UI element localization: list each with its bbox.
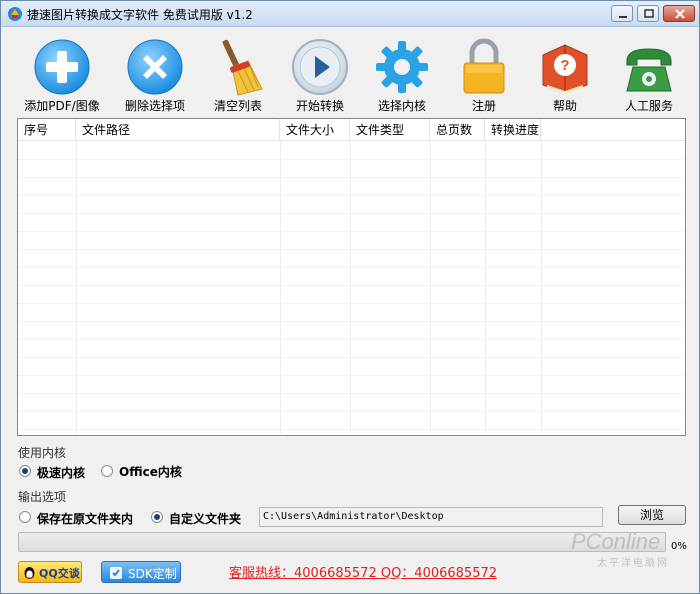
grid-line <box>350 141 351 435</box>
support-hotline-link[interactable]: 客服热线：4006685572 QQ：4006685572 <box>229 562 497 581</box>
grid-line <box>76 141 77 435</box>
select-engine-button[interactable]: 选择内核 <box>359 33 445 115</box>
qq-chat-label: QQ交谈 <box>39 567 80 580</box>
grid-line <box>18 249 685 250</box>
grid-line <box>485 141 486 435</box>
help-label: 帮助 <box>552 99 577 113</box>
grid-line <box>18 393 685 394</box>
minimize-icon <box>619 16 627 18</box>
grid-line <box>18 303 685 304</box>
human-service-label: 人工服务 <box>624 99 673 113</box>
engine-fast-label[interactable]: 极速内核 <box>37 464 85 481</box>
col-file-type[interactable]: 文件类型 <box>350 119 430 141</box>
maximize-button[interactable] <box>637 5 659 22</box>
output-path-field[interactable]: C:\Users\Administrator\Desktop <box>259 507 603 527</box>
grid-line <box>18 231 685 232</box>
delete-selected-button[interactable]: 删除选择项 <box>112 33 198 115</box>
grid-line <box>18 213 685 214</box>
delete-selected-label: 删除选择项 <box>124 99 185 113</box>
browse-button[interactable]: 浏览 <box>618 505 686 525</box>
output-original-folder-radio[interactable] <box>19 511 31 523</box>
conversion-progress-bar <box>18 532 666 552</box>
col-index[interactable]: 序号 <box>18 119 76 141</box>
window-title: 捷速图片转换成文字软件 免费试用版 v1.2 <box>27 8 253 22</box>
add-icon <box>34 39 90 95</box>
sdk-custom-button[interactable]: SDK定制 <box>101 561 181 583</box>
pconline-watermark-subtext: 太平洋电脑网 <box>597 558 669 569</box>
grid-line <box>18 339 685 340</box>
grid-line <box>18 321 685 322</box>
progress-percent: 0% <box>671 541 687 552</box>
engine-section-label: 使用内核 <box>18 446 67 460</box>
play-icon <box>292 39 348 95</box>
output-custom-folder-label[interactable]: 自定义文件夹 <box>169 510 241 527</box>
output-custom-folder-radio[interactable] <box>151 511 163 523</box>
grid-line <box>280 141 281 435</box>
col-total-pages[interactable]: 总页数 <box>430 119 485 141</box>
sdk-icon <box>110 567 122 579</box>
grid-line <box>18 375 685 376</box>
pconline-watermark: PConline <box>571 529 661 554</box>
qq-penguin-icon <box>24 567 35 579</box>
grid-line <box>18 177 685 178</box>
app-window: 捷速图片转换成文字软件 免费试用版 v1.2 添加PDF/图像 删除选择项 清空… <box>0 0 700 594</box>
grid-line <box>541 141 542 435</box>
maximize-icon <box>644 9 654 18</box>
broom-icon <box>222 39 263 96</box>
grid-line <box>18 159 685 160</box>
title-bar: 捷速图片转换成文字软件 免费试用版 v1.2 <box>1 1 699 27</box>
grid-line <box>18 195 685 196</box>
delete-icon <box>127 39 183 95</box>
add-pdf-image-button[interactable]: 添加PDF/图像 <box>19 33 105 115</box>
grid-line <box>430 141 431 435</box>
start-convert-button[interactable]: 开始转换 <box>277 33 363 115</box>
grid-line <box>18 285 685 286</box>
sdk-custom-label: SDK定制 <box>128 567 177 581</box>
engine-office-radio[interactable] <box>101 465 113 477</box>
human-service-button[interactable]: 人工服务 <box>606 33 692 115</box>
toolbar: 添加PDF/图像 删除选择项 清空列表 开始转换 选择内核 注册 ? 帮助 人工… <box>1 27 699 115</box>
register-label: 注册 <box>471 99 496 113</box>
grid-line <box>18 429 685 430</box>
output-section-label: 输出选项 <box>18 490 67 504</box>
clear-list-button[interactable]: 清空列表 <box>195 33 281 115</box>
gear-icon <box>376 41 428 93</box>
help-button[interactable]: ? 帮助 <box>522 33 608 115</box>
grid-line <box>18 357 685 358</box>
minimize-button[interactable] <box>611 5 633 22</box>
register-button[interactable]: 注册 <box>441 33 527 115</box>
start-convert-label: 开始转换 <box>295 99 344 113</box>
col-file-path[interactable]: 文件路径 <box>76 119 280 141</box>
col-file-size[interactable]: 文件大小 <box>280 119 350 141</box>
clear-list-label: 清空列表 <box>213 99 262 113</box>
qq-chat-button[interactable]: QQ交谈 <box>18 561 82 583</box>
phone-icon <box>626 48 672 92</box>
add-pdf-image-label: 添加PDF/图像 <box>24 99 100 113</box>
svg-text:?: ? <box>560 57 569 74</box>
close-button[interactable] <box>663 5 695 22</box>
lock-icon <box>463 38 505 94</box>
table-header: 序号 文件路径 文件大小 文件类型 总页数 转换进度 <box>18 119 685 141</box>
file-list-table[interactable]: 序号 文件路径 文件大小 文件类型 总页数 转换进度 <box>17 118 686 436</box>
app-icon <box>8 7 22 21</box>
engine-fast-radio[interactable] <box>19 465 31 477</box>
close-icon <box>675 9 685 19</box>
output-original-folder-label[interactable]: 保存在原文件夹内 <box>37 510 133 527</box>
grid-line <box>18 411 685 412</box>
grid-line <box>18 267 685 268</box>
engine-office-label[interactable]: Office内核 <box>119 463 182 480</box>
select-engine-label: 选择内核 <box>377 99 426 113</box>
col-progress[interactable]: 转换进度 <box>485 119 541 141</box>
help-book-icon: ? <box>542 44 588 94</box>
